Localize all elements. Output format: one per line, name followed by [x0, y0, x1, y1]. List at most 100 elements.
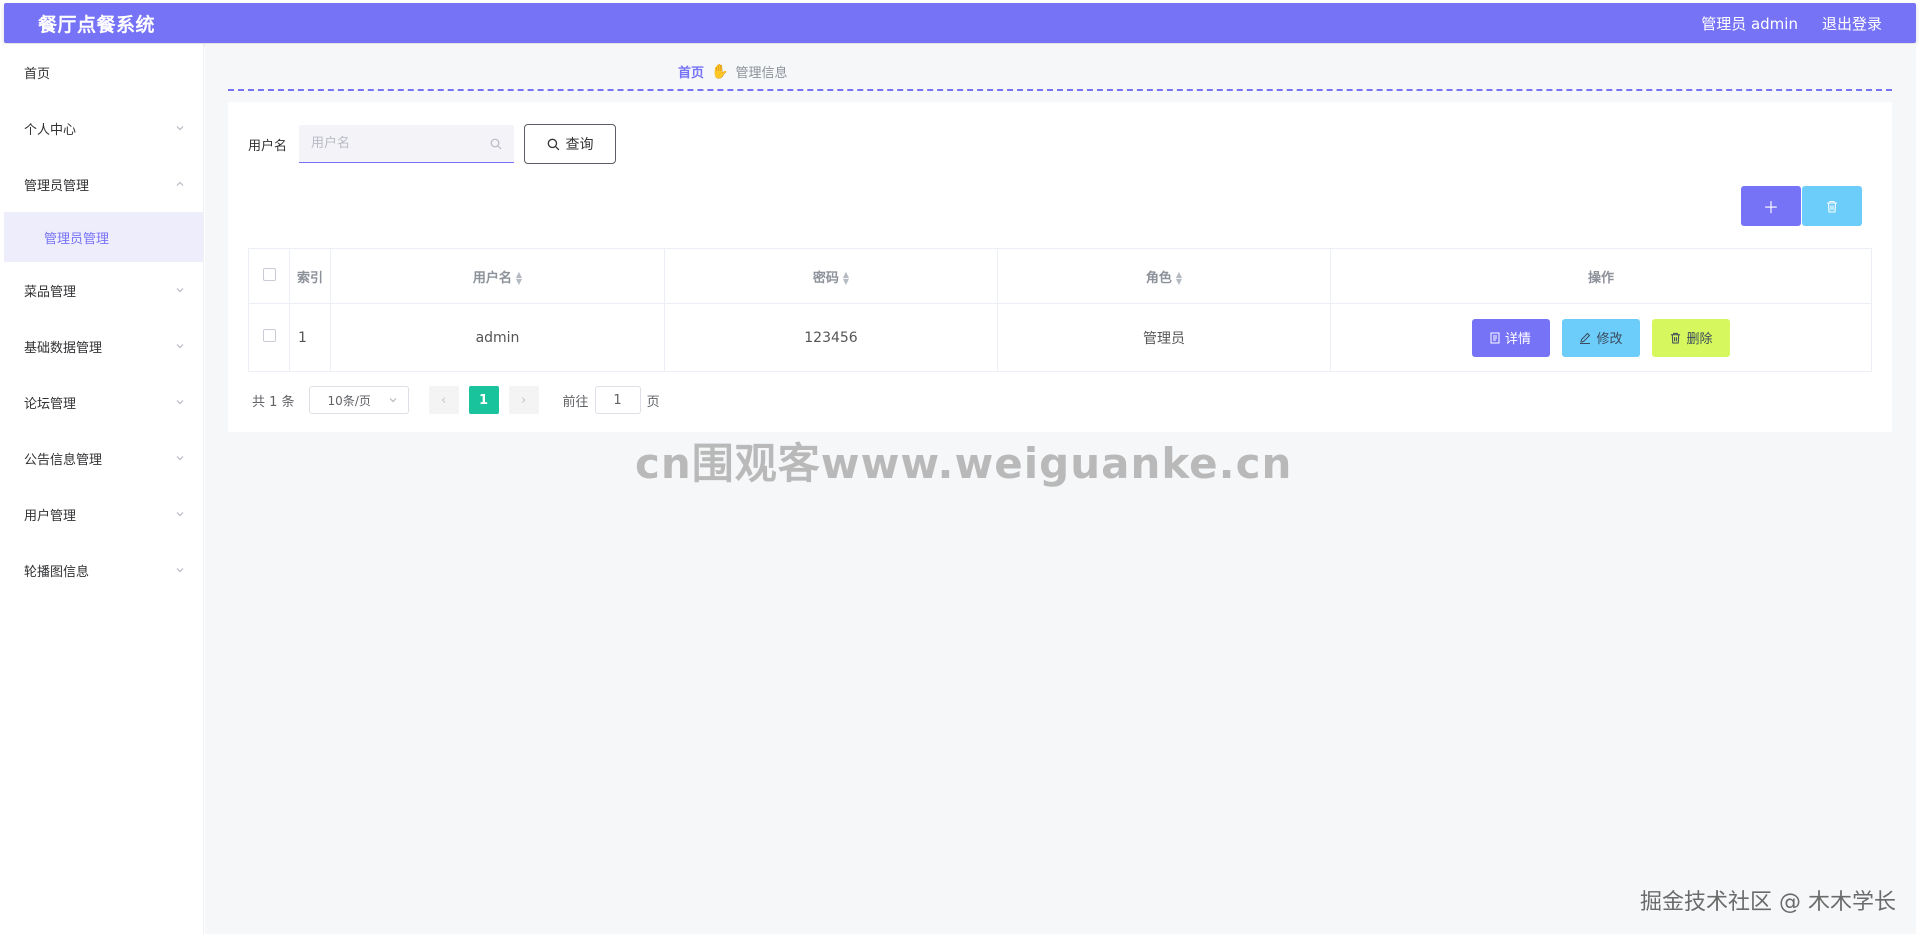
edit-button-label: 修改 [1596, 332, 1623, 347]
page-size-value: 10条/页 [327, 393, 371, 408]
sidebar-item-label: 公告信息管理 [24, 452, 103, 468]
logout-link[interactable]: 退出登录 [1822, 13, 1882, 34]
sidebar-item-user-management[interactable]: 用户管理 [4, 486, 203, 542]
sidebar-item-label: 菜品管理 [24, 284, 77, 300]
chevron-left-icon: ‹ [440, 392, 447, 408]
sidebar-item-label: 首页 [24, 66, 51, 82]
pagination: 共 1 条 10条/页 ‹ 1 › 前往 页 [252, 386, 660, 414]
breadcrumb: 首页 ✋ 管理信息 [678, 62, 788, 82]
admin-table: 索引 用户名 ▲ ▼ 密码 ▲ ▼ 角色 ▲ ▼ 操作 1 admin 123456 管理员 [248, 248, 1872, 372]
plus-icon: ＋ [1762, 198, 1779, 217]
hand-icon: ✋ [711, 63, 729, 80]
sidebar-item-label: 用户管理 [24, 508, 77, 524]
sidebar-item-label: 管理员管理 [24, 178, 90, 194]
top-header: 餐厅点餐系统 管理员 admin 退出登录 [4, 3, 1916, 43]
column-header-index: 索引 [289, 248, 331, 304]
next-page-button[interactable]: › [508, 386, 539, 414]
sidebar-item-notice-management[interactable]: 公告信息管理 [4, 430, 203, 486]
watermark-corner: 掘金技术社区 @ 木木学长 [1640, 890, 1896, 915]
sidebar-subitem-label: 管理员管理 [44, 231, 110, 247]
chevron-down-icon [389, 398, 396, 403]
breadcrumb-divider [228, 89, 1892, 91]
delete-button[interactable]: 删除 [1652, 318, 1731, 357]
sidebar-item-label: 个人中心 [24, 122, 77, 138]
sidebar-item-personal-center[interactable]: 个人中心 [4, 100, 203, 156]
sort-icon: ▲ ▼ [515, 270, 523, 286]
chevron-down-icon [176, 126, 184, 131]
batch-delete-button[interactable] [1802, 186, 1862, 226]
column-header-username[interactable]: 用户名 ▲ ▼ [330, 248, 665, 304]
cell-actions: 详情 修改 删除 [1330, 303, 1872, 372]
chevron-down-icon [176, 512, 184, 517]
watermark-center: cn围观客www.weiguanke.cn [635, 439, 1293, 488]
sidebar-item-forum-management[interactable]: 论坛管理 [4, 374, 203, 430]
chevron-right-icon: › [520, 392, 527, 408]
detail-button-label: 详情 [1505, 332, 1532, 347]
select-all-cell [248, 248, 290, 304]
sidebar-item-basic-data-management[interactable]: 基础数据管理 [4, 318, 203, 374]
breadcrumb-current: 管理信息 [735, 66, 788, 81]
sidebar-item-admin-management[interactable]: 管理员管理 [4, 156, 203, 212]
column-header-label: 密码 [812, 270, 839, 286]
goto-prefix: 前往 [562, 394, 589, 410]
chevron-down-icon [176, 344, 184, 349]
header-user-area: 管理员 admin 退出登录 [1701, 13, 1882, 34]
delete-button-label: 删除 [1686, 332, 1713, 347]
sidebar-item-label: 轮播图信息 [24, 564, 90, 580]
sort-icon: ▲ ▼ [1175, 270, 1183, 286]
chevron-up-icon [176, 181, 184, 186]
add-button[interactable]: ＋ [1741, 186, 1801, 226]
app-root: 餐厅点餐系统 管理员 admin 退出登录 首页 个人中心 管理员管理 管理员管… [0, 0, 1920, 938]
edit-icon [1580, 332, 1591, 344]
edit-button[interactable]: 修改 [1562, 318, 1640, 357]
prev-page-button[interactable]: ‹ [428, 386, 459, 414]
chevron-down-icon [176, 568, 184, 573]
query-button-label: 查询 [565, 137, 594, 153]
goto-page: 前往 页 [563, 386, 660, 414]
breadcrumb-home[interactable]: 首页 [678, 62, 704, 81]
document-icon [1490, 332, 1500, 343]
trash-icon [1827, 200, 1837, 213]
search-row: 用户名 查询 [248, 124, 617, 164]
goto-page-input[interactable] [594, 386, 641, 414]
sidebar-item-home[interactable]: 首页 [4, 44, 203, 100]
select-all-checkbox[interactable] [262, 267, 276, 281]
chevron-down-icon [176, 456, 184, 461]
search-label: 用户名 [248, 138, 288, 154]
sort-icon: ▲ ▼ [842, 270, 850, 286]
detail-button[interactable]: 详情 [1471, 318, 1550, 357]
cell-role: 管理员 [997, 303, 1331, 372]
search-icon [490, 138, 502, 149]
table-row: 1 admin 123456 管理员 详情 修改 删除 [248, 303, 1872, 372]
chevron-down-icon [176, 400, 184, 405]
cell-password: 123456 [664, 303, 998, 372]
sidebar-item-label: 论坛管理 [24, 396, 77, 412]
table-header-row: 索引 用户名 ▲ ▼ 密码 ▲ ▼ 角色 ▲ ▼ 操作 [248, 248, 1872, 304]
column-header-password[interactable]: 密码 ▲ ▼ [664, 248, 998, 304]
app-title: 餐厅点餐系统 [38, 13, 156, 36]
column-header-actions: 操作 [1330, 248, 1872, 304]
sidebar-item-label: 基础数据管理 [24, 340, 103, 356]
chevron-down-icon [176, 288, 184, 293]
goto-suffix: 页 [646, 394, 660, 410]
column-header-label: 角色 [1145, 270, 1172, 286]
cell-index: 1 [289, 303, 331, 372]
pagination-total: 共 1 条 [252, 394, 295, 410]
row-select-cell [248, 303, 290, 372]
trash-icon [1671, 332, 1681, 344]
sidebar-item-carousel-info[interactable]: 轮播图信息 [4, 542, 203, 598]
search-input[interactable] [311, 136, 472, 151]
column-header-role[interactable]: 角色 ▲ ▼ [997, 248, 1331, 304]
sidebar-subitem-admin-management[interactable]: 管理员管理 [4, 212, 203, 262]
row-checkbox[interactable] [262, 329, 276, 342]
column-header-label: 用户名 [472, 270, 512, 286]
cell-username: admin [330, 303, 665, 372]
search-field-wrapper [299, 125, 515, 163]
search-icon [547, 138, 559, 150]
query-button[interactable]: 查询 [524, 124, 617, 164]
page-size-select[interactable]: 10条/页 [308, 386, 409, 414]
sidebar-item-dish-management[interactable]: 菜品管理 [4, 262, 203, 318]
current-user-label: 管理员 admin [1701, 14, 1798, 33]
list-panel: 用户名 查询 ＋ 索引 [228, 102, 1892, 432]
page-number-button[interactable]: 1 [468, 386, 499, 414]
